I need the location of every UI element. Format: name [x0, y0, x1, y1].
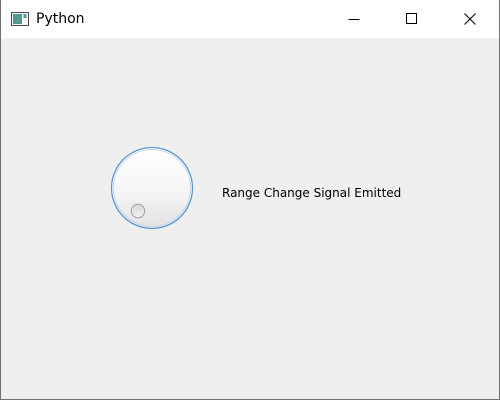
client-area: Range Change Signal Emitted: [1, 38, 499, 399]
range-change-label: Range Change Signal Emitted: [222, 186, 402, 200]
maximize-button[interactable]: [389, 0, 435, 38]
window-title: Python: [36, 11, 85, 27]
range-dial[interactable]: [110, 146, 194, 230]
maximize-icon: [406, 13, 417, 24]
app-icon: [11, 12, 29, 26]
close-icon: [464, 13, 476, 25]
app-window: Python Range Change Signal Emitted: [0, 0, 500, 400]
dial-handle[interactable]: [130, 203, 146, 219]
minimize-button[interactable]: [331, 0, 377, 38]
minimize-icon: [348, 19, 360, 20]
close-button[interactable]: [447, 0, 493, 38]
title-bar[interactable]: Python: [1, 0, 499, 38]
